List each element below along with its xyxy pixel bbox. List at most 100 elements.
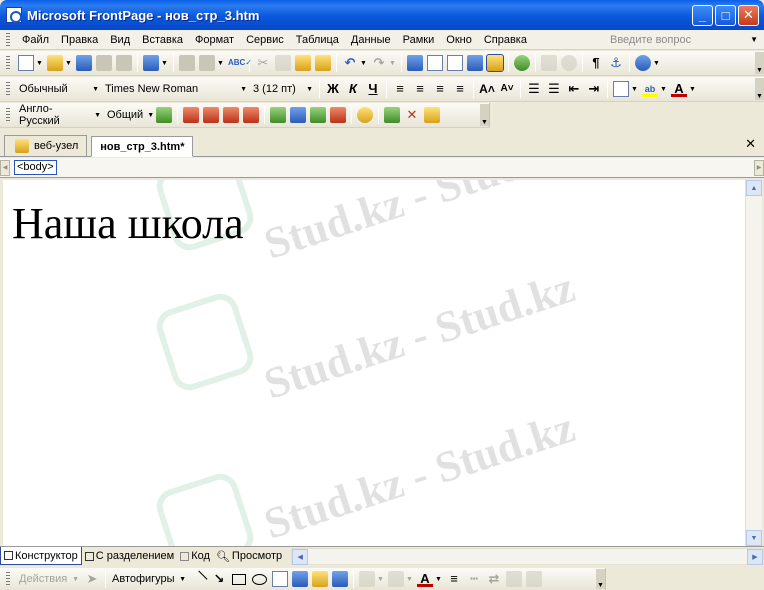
wordart-icon[interactable] [292,571,308,587]
select-pointer-icon[interactable]: ➤ [84,571,100,587]
language-select[interactable]: Англо-Русский ▼ [16,103,104,127]
copy-icon[interactable] [275,55,291,71]
body-tag[interactable]: <body> [14,160,57,175]
tab-code-view[interactable]: Код [177,547,213,565]
highlight-dropdown-icon[interactable]: ▼ [660,86,667,93]
paste-icon[interactable] [295,55,311,71]
line-icon[interactable] [190,570,208,588]
3d-icon[interactable] [526,571,542,587]
page-heading[interactable]: Наша школа [12,198,244,249]
search-icon[interactable] [96,55,112,71]
menu-view[interactable]: Вид [104,34,136,46]
dash-style-icon[interactable]: ┅ [466,571,482,587]
dictionary-icon[interactable] [156,107,172,123]
underline-button[interactable]: Ч [365,81,381,97]
tab-current-page[interactable]: нов_стр_3.htm* [91,136,194,157]
arrow-style-icon[interactable]: ⇄ [486,571,502,587]
highlight-icon[interactable]: ab [642,81,658,97]
autoshapes-menu[interactable]: Автофигуры ▼ [109,570,189,588]
arrow-icon[interactable]: ↘ [211,571,227,587]
hyperlink-icon[interactable] [514,55,530,71]
open-folder-icon[interactable] [47,55,63,71]
actions-menu[interactable]: Действия ▼ [16,570,82,588]
bold-button[interactable]: Ж [325,81,341,97]
save-icon[interactable] [76,55,92,71]
font-size-select[interactable]: 3 (12 пт) ▼ [250,80,316,98]
refresh-icon[interactable] [541,55,557,71]
decrease-indent-icon[interactable]: ⇤ [566,81,582,97]
shadow-icon[interactable] [506,571,522,587]
menu-file[interactable]: Файл [16,34,55,46]
library-icon[interactable] [384,107,400,123]
increase-font-icon[interactable]: A˄ [479,81,495,97]
toolbar-overflow-icon[interactable]: ▼ [755,78,764,100]
scroll-down-icon[interactable]: ▼ [746,530,762,546]
new-dropdown-icon[interactable]: ▼ [36,60,43,67]
translate-paragraph-icon[interactable] [223,107,239,123]
line-color-dropdown-icon[interactable]: ▼ [406,576,413,583]
insert-picture-icon[interactable] [467,55,483,71]
bulleted-list-icon[interactable]: ☰ [546,81,562,97]
document-icon[interactable] [330,107,346,123]
stop-icon[interactable] [561,55,577,71]
page-editor[interactable]: Stud.kz - Stud.kz Stud.kz - Stud.kz Stud… [3,180,745,546]
translate-word-icon[interactable] [183,107,199,123]
close-document-icon[interactable]: ✕ [745,136,756,152]
tab-preview-view[interactable]: 🔍︎ Просмотр [213,547,285,565]
numbered-list-icon[interactable]: ☰ [526,81,542,97]
format-painter-icon[interactable] [315,55,331,71]
borders-icon[interactable] [613,81,629,97]
menu-help[interactable]: Справка [478,34,533,46]
toolbar-grip[interactable] [6,108,10,122]
scroll-left-icon[interactable]: ◀ [292,548,309,565]
menu-format[interactable]: Формат [189,34,240,46]
picture-icon[interactable] [332,571,348,587]
tab-split-view[interactable]: С разделением [82,547,178,565]
menu-tools[interactable]: Сервис [240,34,290,46]
menu-frames[interactable]: Рамки [397,34,441,46]
show-all-icon[interactable]: ¶ [588,55,604,71]
horizontal-scrollbar[interactable]: ◀ ▶ [291,547,764,565]
line-style-icon[interactable]: ≡ [446,571,462,587]
tab-website[interactable]: веб-узел [4,135,88,156]
menu-window[interactable]: Окно [440,34,478,46]
print-icon[interactable] [179,55,195,71]
redo-icon[interactable]: ↷ [371,55,387,71]
translate-page-icon[interactable] [243,107,259,123]
cut-icon[interactable]: ✂ [255,55,271,71]
open-dropdown-icon[interactable]: ▼ [65,60,72,67]
align-right-icon[interactable]: ≡ [432,81,448,97]
font-color-icon[interactable]: A [671,81,687,97]
translate-selection-icon[interactable] [203,107,219,123]
textbox-icon[interactable] [272,571,288,587]
insert-table-icon[interactable] [427,55,443,71]
toolbar-overflow-icon[interactable]: ▼ [755,52,764,74]
decrease-font-icon[interactable]: A˅ [499,81,515,97]
toolbar-overflow-icon[interactable]: ▼ [596,569,605,589]
tag-scroll-left-icon[interactable]: ◀ [0,159,10,176]
component-dropdown-icon[interactable]: ▼ [161,60,168,67]
layout-tables-icon[interactable] [447,55,463,71]
clipart-icon[interactable] [312,571,328,587]
menubar-grip[interactable] [6,32,10,47]
frontpage-app-icon[interactable] [6,7,22,23]
redo-dropdown-icon[interactable]: ▼ [389,60,396,67]
toolbar-options-icon[interactable]: ▼ [653,60,660,67]
lang-help-icon[interactable] [424,107,440,123]
draw-font-color-dropdown-icon[interactable]: ▼ [435,576,442,583]
minimize-button[interactable]: _ [692,4,713,26]
spelling-icon[interactable]: ABC✓ [228,55,252,71]
preview-in-browser-icon[interactable] [199,55,215,71]
undo-dropdown-icon[interactable]: ▼ [360,60,367,67]
increase-indent-icon[interactable]: ⇥ [586,81,602,97]
help-icon[interactable] [635,55,651,71]
line-color-icon[interactable] [388,571,404,587]
lookup-icon[interactable] [290,107,306,123]
fill-color-icon[interactable] [359,571,375,587]
toolbar-grip[interactable] [6,572,10,586]
search-web-icon[interactable] [357,107,373,123]
fill-dropdown-icon[interactable]: ▼ [377,576,384,583]
maximize-button[interactable]: □ [715,4,736,26]
undo-icon[interactable]: ↶ [342,55,358,71]
menu-table[interactable]: Таблица [290,34,345,46]
